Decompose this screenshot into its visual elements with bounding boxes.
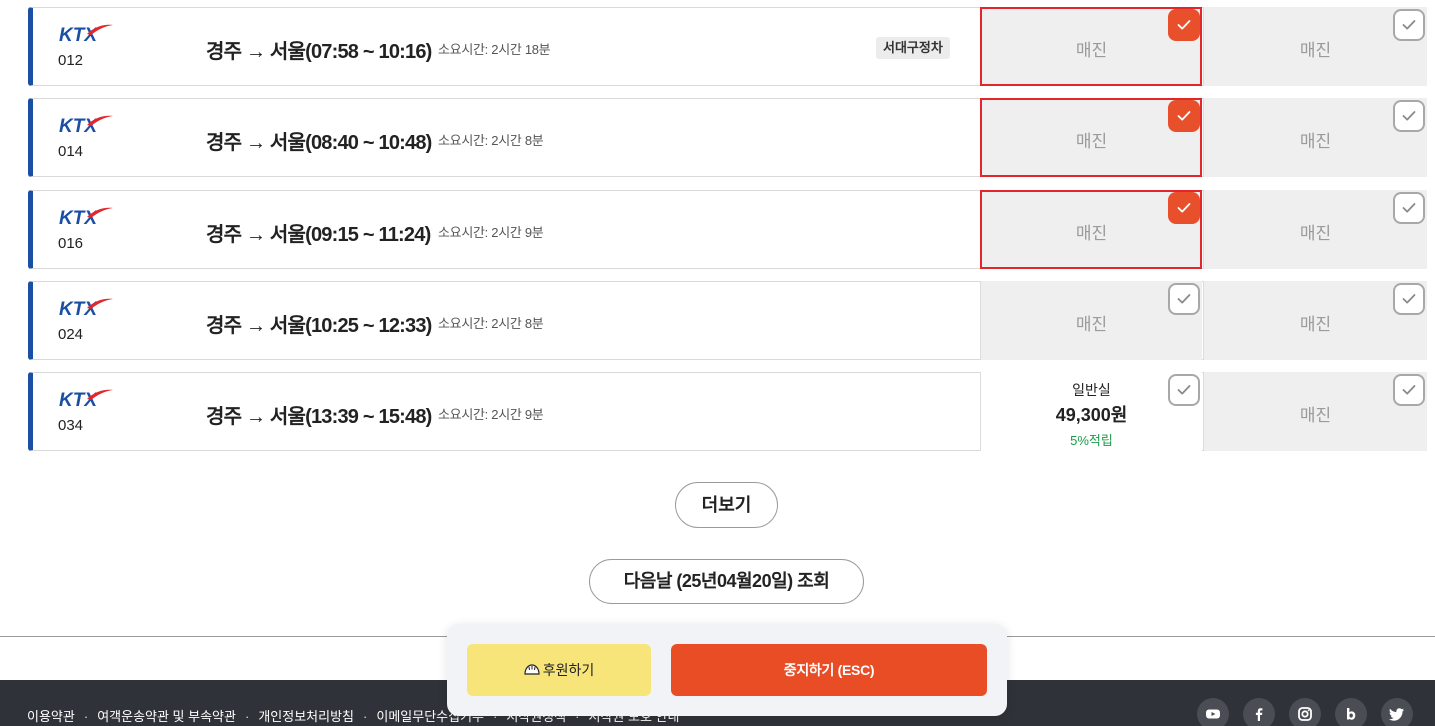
check-icon[interactable] — [1393, 100, 1425, 132]
ktx-logo: KTX — [57, 113, 117, 137]
travel-duration: 소요시간: 2시간 8분 — [438, 133, 544, 148]
sold-out-label: 매진 — [1075, 132, 1108, 151]
points: 5%적립 — [1070, 433, 1113, 448]
svg-text:KTX: KTX — [59, 208, 98, 227]
dumpling-icon — [524, 663, 540, 680]
train-row: KTX 024 경주 → 서울(10:25 ~ 12:33) 소요시간: 2시간 8분… — [28, 281, 1427, 360]
route-time: 경주 → 서울(07:58 ~ 10:16) — [206, 41, 432, 63]
check-icon[interactable] — [1168, 192, 1200, 224]
svg-text:KTX: KTX — [59, 116, 98, 135]
route-time: 경주 → 서울(10:25 ~ 12:33) — [206, 315, 432, 337]
ktx-logo: KTX — [57, 22, 117, 46]
donate-label: 후원하기 — [542, 662, 595, 678]
travel-duration: 소요시간: 2시간 9분 — [438, 225, 544, 240]
train-number: 024 — [58, 326, 84, 343]
general-seat-cell[interactable]: 일반실 49,300원 5%적립 — [980, 372, 1202, 451]
separator-dot: · — [83, 709, 89, 724]
stop-button[interactable]: 중지하기 (ESC) — [671, 644, 987, 696]
ktx-logo: KTX — [57, 205, 117, 229]
check-icon[interactable] — [1393, 283, 1425, 315]
train-row: KTX 016 경주 → 서울(09:15 ~ 11:24) 소요시간: 2시간 9분… — [28, 190, 1427, 269]
check-icon[interactable] — [1393, 192, 1425, 224]
general-seat-cell[interactable]: 매진 — [980, 190, 1202, 269]
sold-out-label: 매진 — [1299, 315, 1332, 334]
youtube-icon[interactable] — [1197, 698, 1229, 726]
sold-out-label: 매진 — [1075, 315, 1108, 334]
train-row: KTX 014 경주 → 서울(08:40 ~ 10:48) 소요시간: 2시간 8분… — [28, 98, 1427, 177]
footer-link[interactable]: 여객운송약관 및 부속약관 — [97, 709, 236, 724]
travel-duration: 소요시간: 2시간 9분 — [438, 407, 544, 422]
special-seat-cell[interactable]: 매진 — [1203, 98, 1427, 177]
sold-out-label: 매진 — [1299, 406, 1332, 425]
travel-duration: 소요시간: 2시간 18분 — [438, 42, 551, 57]
check-icon[interactable] — [1168, 9, 1200, 41]
check-icon[interactable] — [1168, 100, 1200, 132]
instagram-icon[interactable] — [1289, 698, 1321, 726]
next-day-search-button[interactable]: 다음날 (25년04월20일) 조회 — [589, 559, 864, 604]
travel-duration: 소요시간: 2시간 8분 — [438, 316, 544, 331]
train-number: 014 — [58, 143, 84, 160]
action-panel: 후원하기 중지하기 (ESC) — [447, 624, 1007, 716]
check-icon[interactable] — [1393, 374, 1425, 406]
sold-out-label: 매진 — [1299, 224, 1332, 243]
footer-link[interactable]: 개인정보처리방침 — [258, 709, 354, 724]
check-icon[interactable] — [1168, 374, 1200, 406]
train-row: KTX 034 경주 → 서울(13:39 ~ 15:48) 소요시간: 2시간 9분… — [28, 372, 1427, 451]
sold-out-label: 매진 — [1075, 41, 1108, 60]
donate-button[interactable]: 후원하기 — [467, 644, 651, 696]
route-time: 경주 → 서울(08:40 ~ 10:48) — [206, 132, 432, 154]
special-seat-cell[interactable]: 매진 — [1203, 372, 1427, 451]
check-icon[interactable] — [1393, 9, 1425, 41]
more-button[interactable]: 더보기 — [675, 482, 778, 528]
separator-dot: · — [363, 709, 368, 724]
train-number: 012 — [58, 52, 84, 69]
footer-link[interactable]: 이용약관 — [27, 709, 75, 724]
ktx-logo: KTX — [57, 387, 117, 411]
train-number: 034 — [58, 417, 84, 434]
separator-dot: · — [244, 709, 250, 724]
stop-badge: 서대구정차 — [876, 37, 950, 59]
special-seat-cell[interactable]: 매진 — [1203, 190, 1427, 269]
twitter-icon[interactable] — [1381, 698, 1413, 726]
general-seat-cell[interactable]: 매진 — [980, 7, 1202, 86]
facebook-icon[interactable] — [1243, 698, 1275, 726]
check-icon[interactable] — [1168, 283, 1200, 315]
train-row: KTX 012 경주 → 서울(07:58 ~ 10:16) 소요시간: 2시간 18… — [28, 7, 1427, 86]
sold-out-label: 매진 — [1299, 41, 1332, 60]
price: 49,300원 — [1055, 405, 1128, 425]
ktx-logo: KTX — [57, 296, 117, 320]
special-seat-cell[interactable]: 매진 — [1203, 7, 1427, 86]
special-seat-cell[interactable]: 매진 — [1203, 281, 1427, 360]
sold-out-label: 매진 — [1299, 132, 1332, 151]
route-time: 경주 → 서울(13:39 ~ 15:48) — [206, 406, 432, 428]
general-seat-cell[interactable]: 매진 — [980, 281, 1202, 360]
svg-text:KTX: KTX — [59, 25, 98, 44]
route-time: 경주 → 서울(09:15 ~ 11:24) — [206, 224, 431, 246]
sold-out-label: 매진 — [1075, 224, 1108, 243]
train-number: 016 — [58, 235, 84, 252]
general-seat-cell[interactable]: 매진 — [980, 98, 1202, 177]
svg-text:KTX: KTX — [59, 390, 98, 409]
svg-text:KTX: KTX — [59, 299, 98, 318]
blog-icon[interactable] — [1335, 698, 1367, 726]
